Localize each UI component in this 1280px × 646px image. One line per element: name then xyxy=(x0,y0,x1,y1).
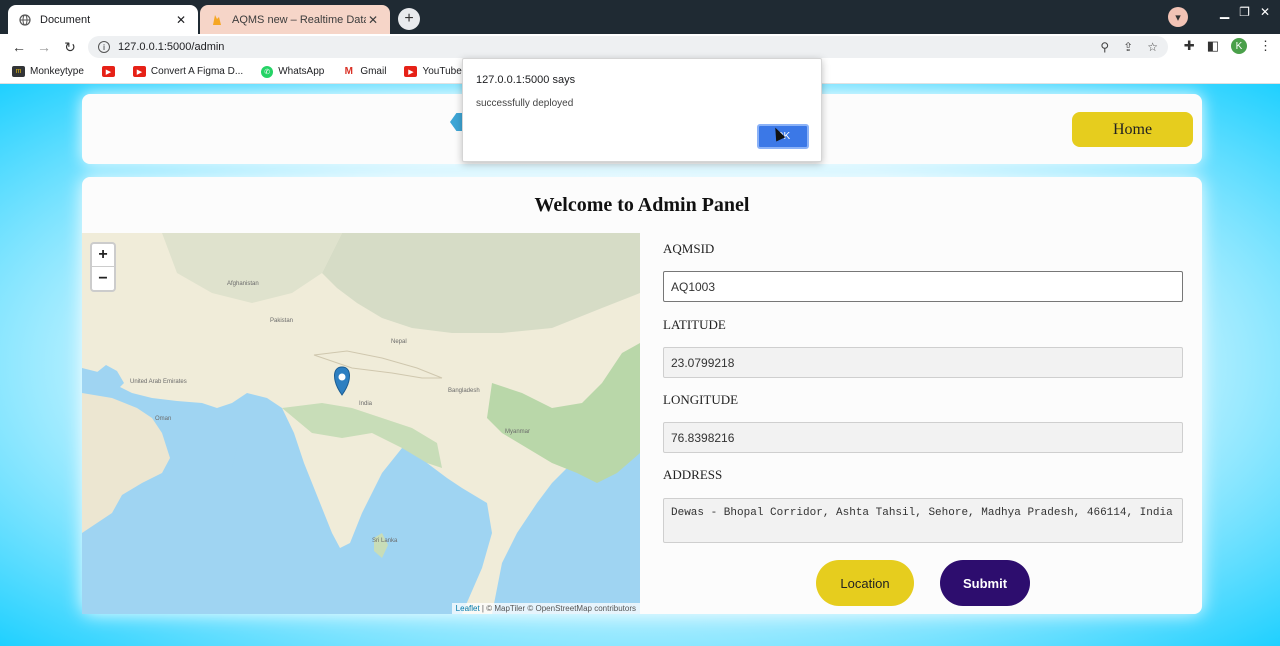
tab-search-button[interactable]: ▾ xyxy=(1168,7,1188,27)
window-controls: ▁ ❐ ✕ xyxy=(1220,5,1270,19)
bookmark-convert-figma[interactable]: ▶ Convert A Figma D... xyxy=(132,66,244,77)
submit-button[interactable]: Submit xyxy=(940,560,1030,606)
url-text: 127.0.0.1:5000/admin xyxy=(118,41,225,53)
bookmark-youtube-video[interactable]: ▶ xyxy=(101,66,115,77)
close-tab-icon[interactable]: ✕ xyxy=(174,13,188,27)
bookmark-label: Gmail xyxy=(360,66,387,77)
map-label: Afghanistan xyxy=(227,281,259,287)
reload-icon[interactable]: ↻ xyxy=(61,38,79,56)
aqmsid-label: AQMSID xyxy=(663,241,715,256)
map-label: Nepal xyxy=(391,339,407,345)
profile-avatar[interactable]: K xyxy=(1231,38,1247,54)
share-icon[interactable]: ⇪ xyxy=(1123,40,1133,54)
new-tab-button[interactable]: + xyxy=(398,8,420,30)
back-icon[interactable]: ← xyxy=(10,38,28,56)
attribution-text: | © MapTiler © OpenStreetMap contributor… xyxy=(479,604,636,613)
map-label: India xyxy=(359,401,373,407)
restore-icon[interactable]: ❐ xyxy=(1239,5,1250,19)
map-label: Myanmar xyxy=(505,429,530,435)
whatsapp-icon: ✆ xyxy=(261,65,274,78)
address-bar-icons: ⚲ ⇪ ☆ xyxy=(1100,40,1158,54)
tab-title: Document xyxy=(40,13,91,26)
menu-kebab-icon[interactable]: ⋮ xyxy=(1259,38,1272,54)
youtube-icon: ▶ xyxy=(132,66,146,77)
toolbar-actions: ✚ ◧ K ⋮ xyxy=(1184,38,1272,54)
bookmark-star-icon[interactable]: ☆ xyxy=(1147,40,1158,54)
youtube-icon: ▶ xyxy=(101,66,115,77)
firebase-icon xyxy=(210,13,224,27)
map-label: Oman xyxy=(155,416,171,422)
bookmark-youtube[interactable]: ▶ YouTube xyxy=(404,66,462,77)
extensions-icon[interactable]: ✚ xyxy=(1184,38,1195,54)
admin-panel-card: Welcome to Admin Panel Afghanistan Pakis… xyxy=(82,177,1202,614)
map-label: Bangladesh xyxy=(448,388,480,394)
bookmark-label: WhatsApp xyxy=(278,66,325,77)
map-label: Sri Lanka xyxy=(372,538,398,544)
map-label: Pakistan xyxy=(270,318,293,324)
side-panel-icon[interactable]: ◧ xyxy=(1207,38,1219,54)
site-info-icon[interactable]: i xyxy=(98,41,110,53)
dialog-title: 127.0.0.1:5000 says xyxy=(476,74,576,86)
zoom-out-button[interactable]: − xyxy=(92,267,114,290)
bookmark-label: YouTube xyxy=(422,66,462,77)
tab-document[interactable]: Document ✕ xyxy=(8,5,198,34)
page-title: Welcome to Admin Panel xyxy=(534,194,750,216)
aqmsid-input[interactable]: AQ1003 xyxy=(663,271,1183,302)
tab-aqms-database[interactable]: AQMS new – Realtime Database ✕ xyxy=(200,5,390,34)
address-bar[interactable]: i 127.0.0.1:5000/admin ⚲ ⇪ ☆ xyxy=(88,36,1168,58)
bookmark-gmail[interactable]: M Gmail xyxy=(342,66,386,77)
map-label: United Arab Emirates xyxy=(130,379,187,385)
longitude-label: LONGITUDE xyxy=(663,392,739,407)
latitude-input[interactable]: 23.0799218 xyxy=(663,347,1183,378)
leaflet-link[interactable]: Leaflet xyxy=(456,604,480,613)
minimize-icon[interactable]: ▁ xyxy=(1220,5,1229,19)
map-view[interactable]: Afghanistan Pakistan Nepal India Banglad… xyxy=(82,233,640,614)
longitude-input[interactable]: 76.8398216 xyxy=(663,422,1183,453)
map-attribution: Leaflet | © MapTiler © OpenStreetMap con… xyxy=(451,603,640,614)
page-background: Home Welcome to Admin Panel Afghanistan … xyxy=(0,84,1280,646)
address-label: ADDRESS xyxy=(663,467,723,482)
youtube-icon: ▶ xyxy=(404,66,418,77)
latitude-label: LATITUDE xyxy=(663,317,726,332)
bookmark-label: Convert A Figma D... xyxy=(150,66,244,77)
map-tiles: Afghanistan Pakistan Nepal India Banglad… xyxy=(82,233,640,614)
gmail-icon: M xyxy=(342,66,356,77)
bookmark-monkeytype[interactable]: m Monkeytype xyxy=(12,66,84,77)
bookmark-whatsapp[interactable]: ✆ WhatsApp xyxy=(261,65,325,78)
close-tab-icon[interactable]: ✕ xyxy=(366,13,380,27)
dialog-message: successfully deployed xyxy=(476,98,574,109)
tab-title: AQMS new – Realtime Database xyxy=(232,13,366,26)
browser-toolbar: ← → ↻ i 127.0.0.1:5000/admin ⚲ ⇪ ☆ ✚ ◧ K… xyxy=(0,34,1280,60)
tab-strip: Document ✕ AQMS new – Realtime Database … xyxy=(0,0,1280,34)
zoom-in-button[interactable]: + xyxy=(92,244,114,267)
monkeytype-icon: m xyxy=(12,66,25,77)
close-window-icon[interactable]: ✕ xyxy=(1260,5,1270,19)
forward-icon[interactable]: → xyxy=(35,38,53,56)
home-button[interactable]: Home xyxy=(1072,112,1193,147)
location-pin-icon[interactable]: ⚲ xyxy=(1100,40,1109,54)
address-textarea[interactable]: Dewas - Bhopal Corridor, Ashta Tahsil, S… xyxy=(663,498,1183,543)
globe-icon xyxy=(18,13,32,27)
bookmark-label: Monkeytype xyxy=(30,66,84,77)
zoom-control: + − xyxy=(90,242,116,292)
alert-dialog: 127.0.0.1:5000 says successfully deploye… xyxy=(462,58,822,162)
location-button[interactable]: Location xyxy=(816,560,914,606)
